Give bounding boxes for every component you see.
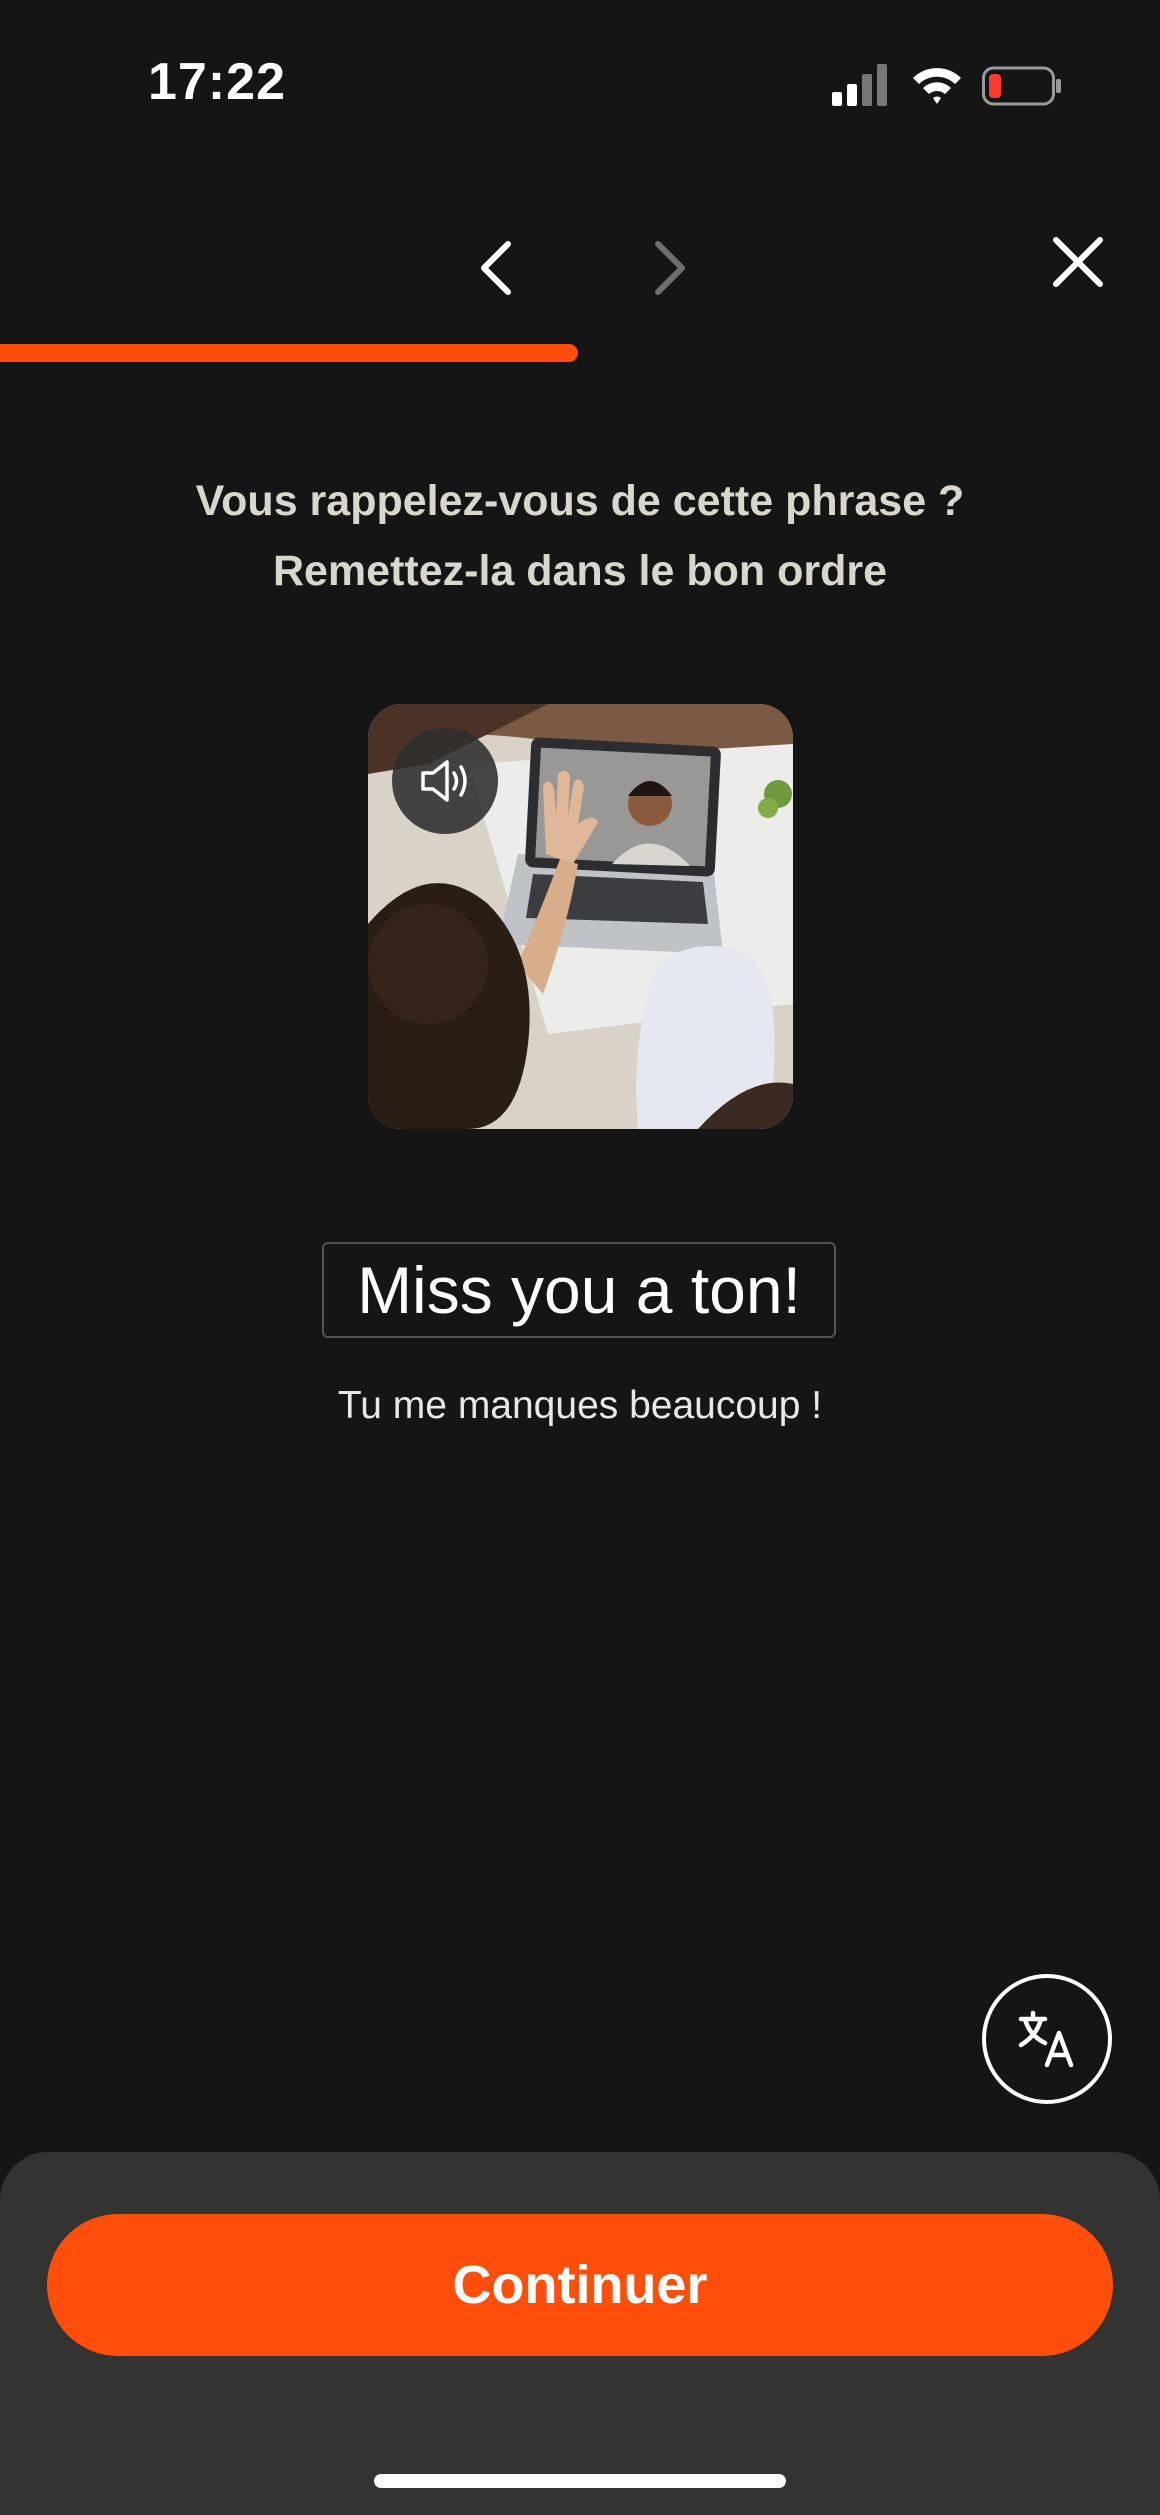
lesson-progress-fill	[0, 344, 578, 362]
lesson-progress-bar	[0, 344, 1160, 362]
play-audio-button[interactable]	[392, 728, 498, 834]
phrase-translation: Tu me manques beaucoup !	[337, 1384, 823, 1427]
battery-low-icon	[982, 66, 1061, 106]
instruction-line-1: Vous rappelez-vous de cette phrase ?	[195, 477, 965, 525]
speaker-icon	[421, 760, 467, 802]
status-time: 17:22	[148, 53, 286, 111]
translate-icon	[1018, 2010, 1074, 2068]
continue-button[interactable]: Continuer	[47, 2214, 1113, 2356]
chevron-left-icon[interactable]	[470, 238, 526, 298]
cellular-signal-icon	[832, 64, 887, 106]
instruction-line-2: Remettez-la dans le bon ordre	[272, 547, 888, 595]
wifi-icon	[913, 68, 961, 104]
close-icon[interactable]	[1048, 232, 1108, 292]
phrase-text[interactable]: Miss you a ton!	[322, 1242, 836, 1338]
home-indicator[interactable]	[374, 2474, 786, 2488]
translate-toggle-button[interactable]	[982, 1974, 1112, 2104]
chevron-right-icon[interactable]	[640, 238, 696, 298]
